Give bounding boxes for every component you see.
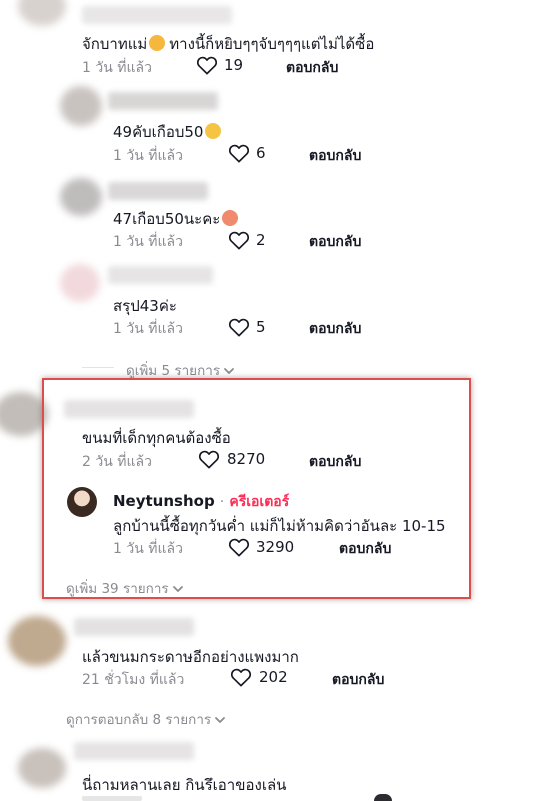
creator-badge: ครีเอเตอร์ xyxy=(229,494,290,510)
reply-button[interactable]: ตอบกลับ xyxy=(309,231,361,253)
pleading-face-emoji-icon xyxy=(205,123,222,139)
reply-button[interactable]: ตอบกลับ xyxy=(286,57,338,79)
view-more-replies-line xyxy=(82,367,114,368)
view-more-replies[interactable]: ดูเพิ่ม 39 รายการ xyxy=(66,577,184,599)
comment-text: แล้วขนมกระดาษอีกอย่างแพงมาก xyxy=(82,648,299,666)
like-heart-icon[interactable] xyxy=(228,230,250,250)
reply-button[interactable]: ตอบกลับ xyxy=(309,318,361,340)
avatar xyxy=(18,748,66,788)
like-count: 8270 xyxy=(227,450,266,468)
comment-time: 1 วัน ที่แล้ว xyxy=(113,234,183,250)
username xyxy=(108,182,208,200)
reply-button[interactable]: ตอบกลับ xyxy=(309,145,361,167)
comment-time: 1 วัน ที่แล้ว xyxy=(113,148,183,164)
like-heart-icon[interactable] xyxy=(196,55,218,75)
username xyxy=(74,618,194,636)
like-heart-icon[interactable] xyxy=(228,317,250,337)
like-count: 3290 xyxy=(256,538,295,556)
comment-text: นี่ถามหลานเลย กินรึเอาของเล่น xyxy=(82,776,287,794)
like-count: 5 xyxy=(256,318,266,336)
comment-text: 49คับเกือบ50 xyxy=(113,120,222,144)
username xyxy=(82,6,232,24)
like-heart-icon[interactable] xyxy=(228,537,250,557)
view-replies[interactable]: ดูการตอบกลับ 8 รายการ xyxy=(66,708,226,730)
reply-time: 1 วัน ที่แล้ว xyxy=(113,541,183,557)
cut-off-reply-icon xyxy=(374,794,392,801)
reply-button[interactable]: ตอบกลับ xyxy=(339,538,391,560)
avatar xyxy=(8,616,66,666)
comment-text: 47เกือบ50นะคะ xyxy=(113,207,239,231)
like-count: 2 xyxy=(256,231,266,249)
like-count: 202 xyxy=(259,668,288,686)
like-count: 19 xyxy=(224,56,244,74)
comment-time: 1 วัน ที่แล้ว xyxy=(82,60,152,76)
chevron-down-icon xyxy=(223,365,235,377)
highlight-box xyxy=(42,378,471,599)
comment-time: 1 วัน ที่แล้ว xyxy=(113,321,183,337)
like-heart-icon[interactable] xyxy=(230,667,252,687)
avatar xyxy=(60,264,100,302)
cut-off-meta xyxy=(82,796,142,801)
heart-face-emoji-icon xyxy=(222,210,239,226)
avatar xyxy=(18,0,66,26)
comment-time: 21 ชั่วโมง ที่แล้ว xyxy=(82,672,185,688)
chevron-down-icon xyxy=(214,714,226,726)
comment-text: ขนมที่เด็กทุกคนต้องซื้อ xyxy=(82,429,231,447)
avatar xyxy=(60,86,102,126)
separator-dot: · xyxy=(219,494,225,510)
comment-time: 2 วัน ที่แล้ว xyxy=(82,454,152,470)
username xyxy=(108,92,218,110)
username xyxy=(74,742,194,760)
comment-text: สรุป43ค่ะ xyxy=(113,297,177,315)
creator-avatar xyxy=(67,487,97,517)
avatar xyxy=(0,392,48,436)
smiling-hearts-emoji-icon xyxy=(149,35,166,51)
reply-button[interactable]: ตอบกลับ xyxy=(309,451,361,473)
creator-header: Neytunshop · ครีเอเตอร์ xyxy=(113,491,289,513)
creator-username[interactable]: Neytunshop xyxy=(113,492,215,510)
like-heart-icon[interactable] xyxy=(198,449,220,469)
username xyxy=(108,266,213,284)
chevron-down-icon xyxy=(172,583,184,595)
like-count: 6 xyxy=(256,144,266,162)
comment-text: จักบาทแม่ ทางนี้ก็หยิบๆๆจับๆๆๆแต่ไม่ได้ซื… xyxy=(82,35,375,53)
like-heart-icon[interactable] xyxy=(228,143,250,163)
avatar xyxy=(60,178,102,216)
reply-text: ลูกบ้านนี้ซื้อทุกวันค่ำ แม่ก็ไม่ห้ามคิดว… xyxy=(113,517,446,535)
reply-button[interactable]: ตอบกลับ xyxy=(332,669,384,691)
